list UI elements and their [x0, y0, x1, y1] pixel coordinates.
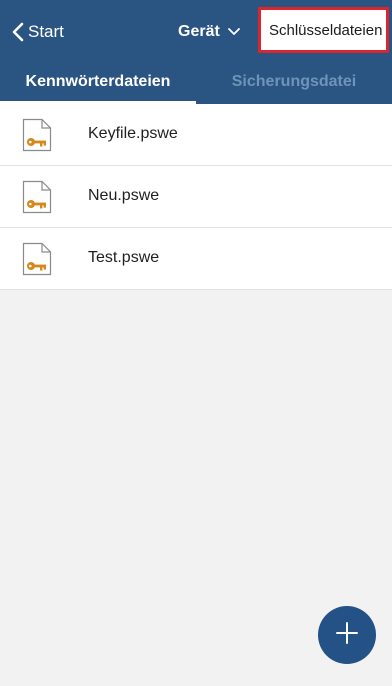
back-button-label: Start [28, 22, 64, 41]
file-list: Keyfile.pswe Neu.pswe Test.pswe [0, 104, 392, 290]
file-list-item[interactable]: Neu.pswe [0, 166, 392, 228]
key-file-icon [22, 180, 52, 214]
plus-icon [335, 621, 359, 650]
key-file-icon [22, 118, 52, 152]
back-button[interactable]: Start [12, 18, 64, 46]
file-name: Keyfile.pswe [88, 125, 178, 142]
tab-backup-file[interactable]: Sicherungsdatei [196, 60, 392, 104]
navigation-bar: Start Gerät Schlüsseldateien [0, 0, 392, 60]
add-file-button[interactable] [318, 606, 376, 664]
chevron-left-icon [12, 22, 24, 42]
key-file-icon [22, 242, 52, 276]
device-dropdown-label: Gerät [178, 23, 220, 40]
chevron-down-icon [227, 23, 240, 41]
file-list-item[interactable]: Test.pswe [0, 228, 392, 290]
file-name: Neu.pswe [88, 187, 160, 204]
tab-bar: Kennwörterdateien Sicherungsdatei [0, 60, 392, 104]
tab-password-files[interactable]: Kennwörterdateien [0, 60, 196, 104]
file-name: Test.pswe [88, 249, 160, 266]
device-dropdown[interactable]: Gerät [178, 20, 240, 44]
keyfiles-button[interactable]: Schlüsseldateien [258, 7, 389, 53]
file-list-item[interactable]: Keyfile.pswe [0, 104, 392, 166]
